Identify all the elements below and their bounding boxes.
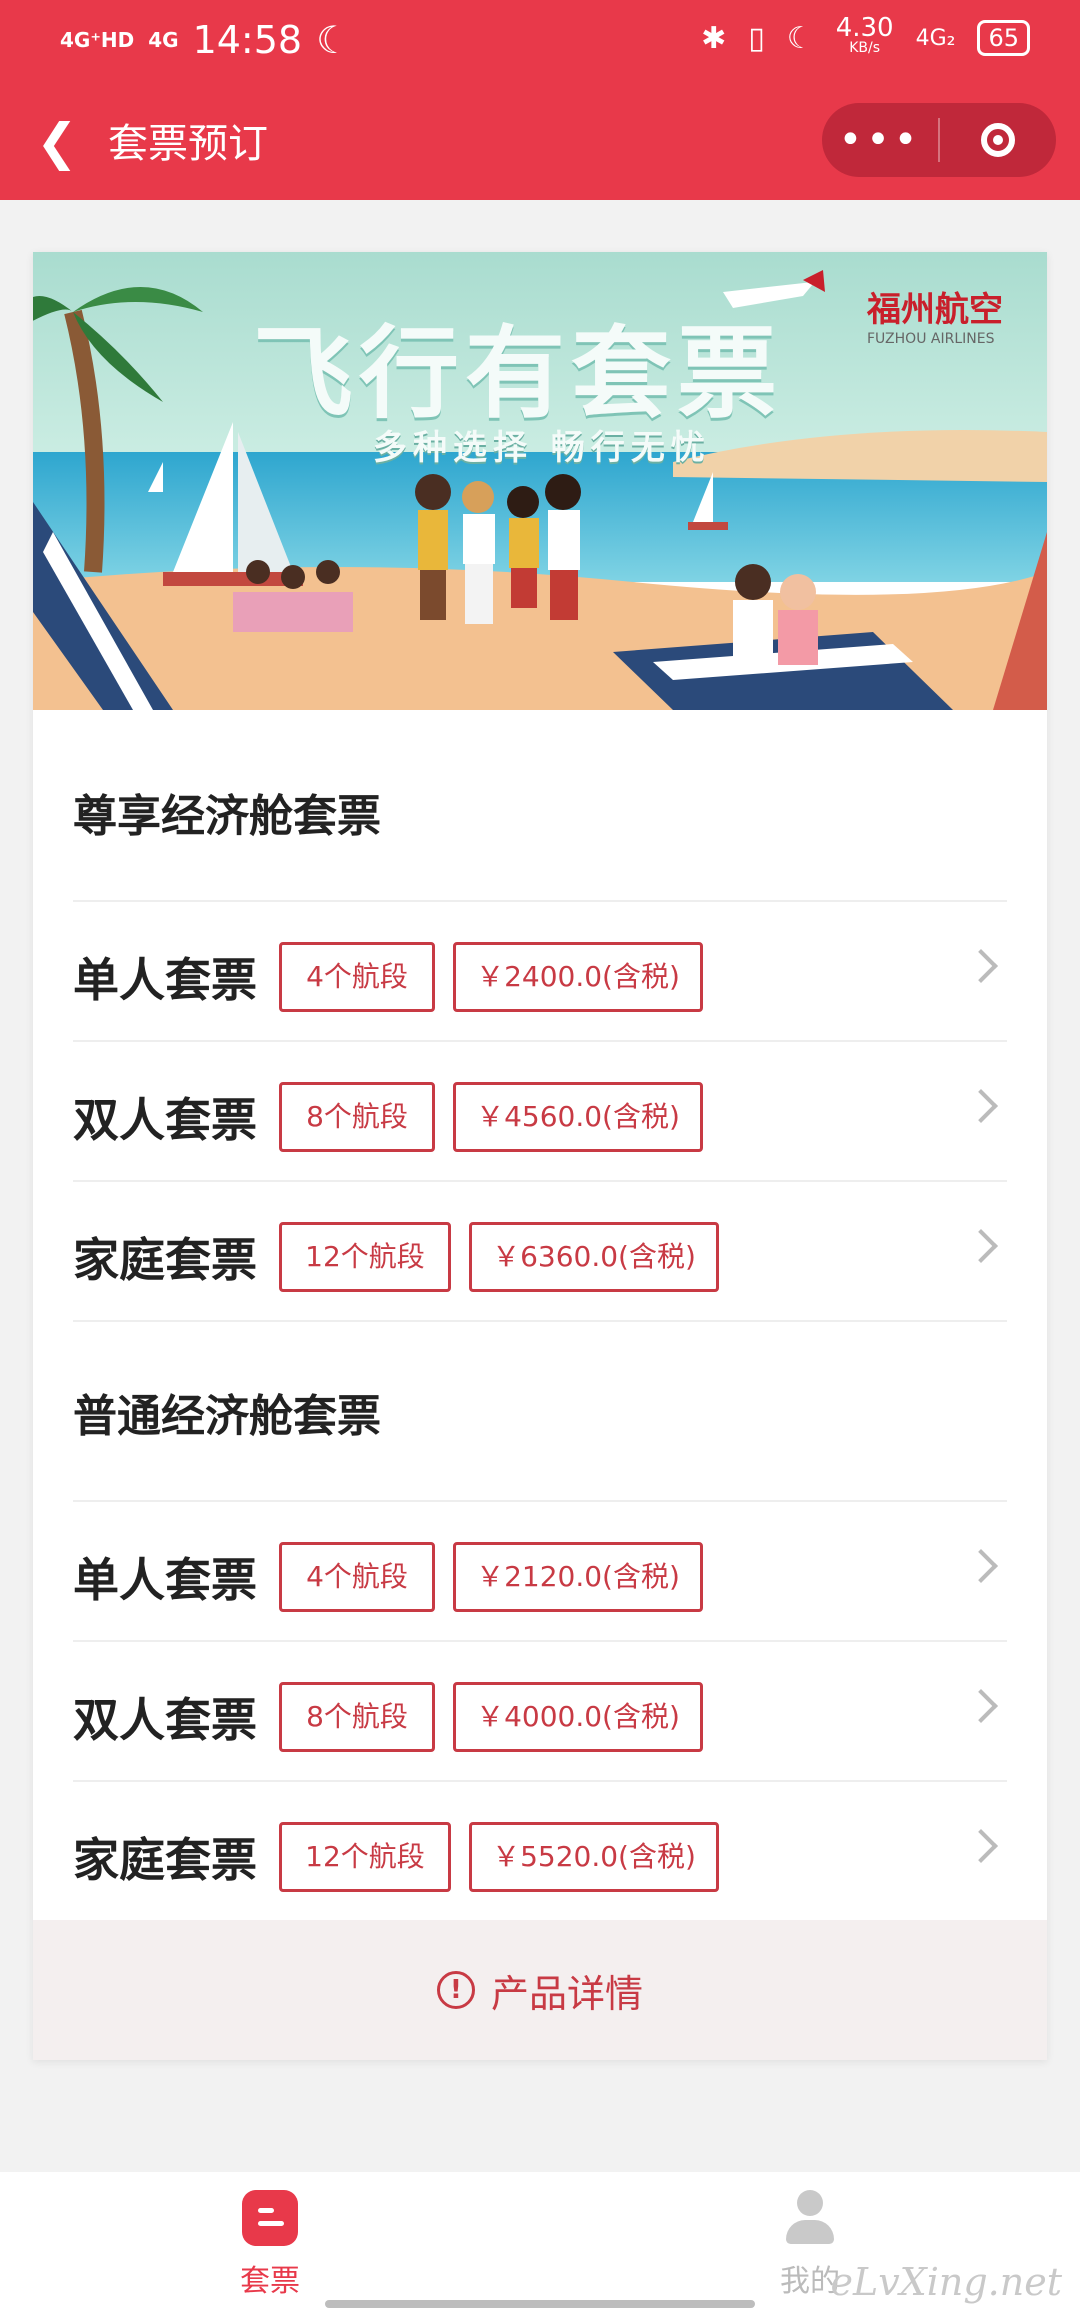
airline-logo: 福州航空 FUZHOU AIRLINES [867,282,1003,347]
section-title-premium: 尊享经济舱套票 [73,791,381,842]
chevron-right-icon [964,1829,998,1863]
page-title: 套票预订 [108,121,268,167]
price-tag: ￥2400.0(含税) [453,942,703,1012]
package-row[interactable]: 单人套票 4个航段 ￥2120.0(含税) [73,1500,1007,1642]
section-divider [73,1320,1007,1324]
battery-icon: 65 [977,20,1030,56]
logo-text-cn: 福州航空 [867,290,1003,330]
moon-icon-2: ☾ [786,20,814,56]
package-name: 单人套票 [73,953,257,1007]
back-icon[interactable]: ❮ [36,117,78,167]
package-name: 家庭套票 [73,1233,257,1287]
navbar: ❮ 套票预订 ••• [0,95,1080,195]
info-icon: ! [436,1971,475,2009]
speed-indicator: 4.30 KB/s [835,13,894,56]
segments-tag: 4个航段 [279,1542,435,1612]
price-tag: ￥5520.0(含税) [469,1822,719,1892]
header: 4G⁺HD 4G 14:58 ☾ ✱ ▯ ☾ 4.30 KB/s 4G₂ 65 … [0,0,1080,200]
chevron-right-icon [964,1229,998,1263]
package-row[interactable]: 双人套票 8个航段 ￥4000.0(含税) [73,1640,1007,1782]
segments-tag: 12个航段 [279,1222,451,1292]
status-bar: 4G⁺HD 4G 14:58 ☾ ✱ ▯ ☾ 4.30 KB/s 4G₂ 65 [0,0,1080,84]
ticket-icon [242,2190,298,2246]
package-row[interactable]: 双人套票 8个航段 ￥4560.0(含税) [73,1040,1007,1182]
promo-banner[interactable]: 飞行有套票 多种选择 畅行无忧 福州航空 FUZHOU AIRLINES [33,252,1047,710]
package-name: 双人套票 [73,1093,257,1147]
segments-tag: 8个航段 [279,1682,435,1752]
banner-subline: 多种选择 畅行无忧 [373,428,711,468]
close-target-button[interactable] [940,123,1056,157]
product-details-label: 产品详情 [490,1971,643,2016]
package-row[interactable]: 家庭套票 12个航段 ￥5520.0(含税) [73,1780,1007,1922]
moon-icon: ☾ [316,18,351,62]
product-details-button[interactable]: ! 产品详情 [33,1920,1047,2060]
price-tag: ￥2120.0(含税) [453,1542,703,1612]
home-indicator[interactable] [325,2300,755,2308]
network-indicator-2: 4G [148,28,179,52]
package-name: 单人套票 [73,1553,257,1607]
target-icon [981,123,1015,157]
tab-packages[interactable]: 套票 [170,2190,370,2300]
package-row[interactable]: 家庭套票 12个航段 ￥6360.0(含税) [73,1180,1007,1322]
status-time: 14:58 [192,18,303,62]
vibrate-icon: ▯ [748,20,765,56]
bluetooth-icon: ✱ [701,20,727,56]
more-dots-icon[interactable]: ••• [822,120,938,160]
person-icon [782,2190,838,2246]
segments-tag: 12个航段 [279,1822,451,1892]
price-tag: ￥6360.0(含税) [469,1222,719,1292]
price-tag: ￥4000.0(含税) [453,1682,703,1752]
logo-text-en: FUZHOU AIRLINES [867,331,995,347]
chevron-right-icon [964,1089,998,1123]
banner-headline: 飞行有套票 [253,315,783,432]
package-card: 飞行有套票 多种选择 畅行无忧 福州航空 FUZHOU AIRLINES 尊享经… [33,252,1047,2060]
segments-tag: 8个航段 [279,1082,435,1152]
tab-label: 套票 [240,2264,300,2299]
mini-program-capsule: ••• [822,103,1056,177]
segments-tag: 4个航段 [279,942,435,1012]
package-name: 双人套票 [73,1693,257,1747]
network-indicator-3: 4G₂ [915,25,956,51]
price-tag: ￥4560.0(含税) [453,1082,703,1152]
chevron-right-icon [964,1549,998,1583]
watermark-text: eLvXing.net [830,2260,1062,2304]
chevron-right-icon [964,1689,998,1723]
section-title-standard: 普通经济舱套票 [73,1391,381,1442]
package-name: 家庭套票 [73,1833,257,1887]
package-row[interactable]: 单人套票 4个航段 ￥2400.0(含税) [73,900,1007,1042]
chevron-right-icon [964,949,998,983]
network-indicator: 4G⁺HD [60,28,135,52]
